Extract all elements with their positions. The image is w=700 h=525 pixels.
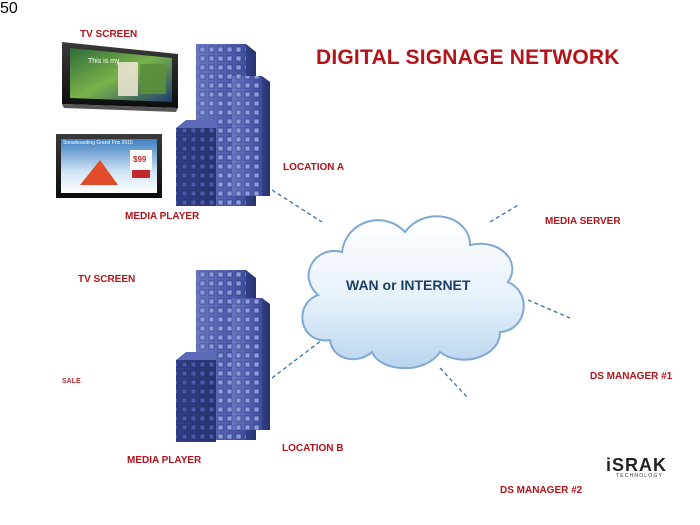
cloud-label: WAN or INTERNET bbox=[346, 277, 471, 293]
building-location-b bbox=[176, 270, 270, 442]
screen-b2-sale: SALE bbox=[62, 378, 81, 385]
media-server-label: MEDIA SERVER bbox=[545, 216, 621, 227]
tv-screen-a1 bbox=[62, 42, 178, 112]
link-ds-manager-1 bbox=[527, 299, 571, 319]
link-media-server bbox=[489, 203, 521, 223]
location-a-label: LOCATION A bbox=[283, 162, 345, 173]
screen-a1-text: This is my bbox=[88, 58, 120, 65]
diagram-canvas bbox=[56, 42, 571, 442]
screen-a2-headline: Snowboarding Grand Prix 2015 bbox=[63, 140, 133, 146]
location-b-label: LOCATION B bbox=[282, 443, 344, 454]
ds-manager-2-label: DS MANAGER #2 bbox=[500, 485, 583, 496]
link-ds-manager-2 bbox=[439, 367, 469, 399]
israk-logo-tagline: TECHNOLOGY bbox=[616, 473, 664, 479]
media-player-label-a: MEDIA PLAYER bbox=[125, 211, 200, 222]
media-player-label-b: MEDIA PLAYER bbox=[127, 455, 202, 466]
tv-screen-label-a: TV SCREEN bbox=[80, 29, 138, 40]
link-location-b bbox=[271, 339, 323, 379]
link-location-a bbox=[271, 189, 323, 223]
tv-screen-label-b: TV SCREEN bbox=[78, 274, 136, 285]
diagram-title: DIGITAL SIGNAGE NETWORK bbox=[316, 46, 620, 69]
ds-manager-1-label: DS MANAGER #1 bbox=[590, 371, 673, 382]
screen-a2-price: $99 bbox=[133, 155, 147, 164]
building-location-a bbox=[176, 44, 270, 206]
